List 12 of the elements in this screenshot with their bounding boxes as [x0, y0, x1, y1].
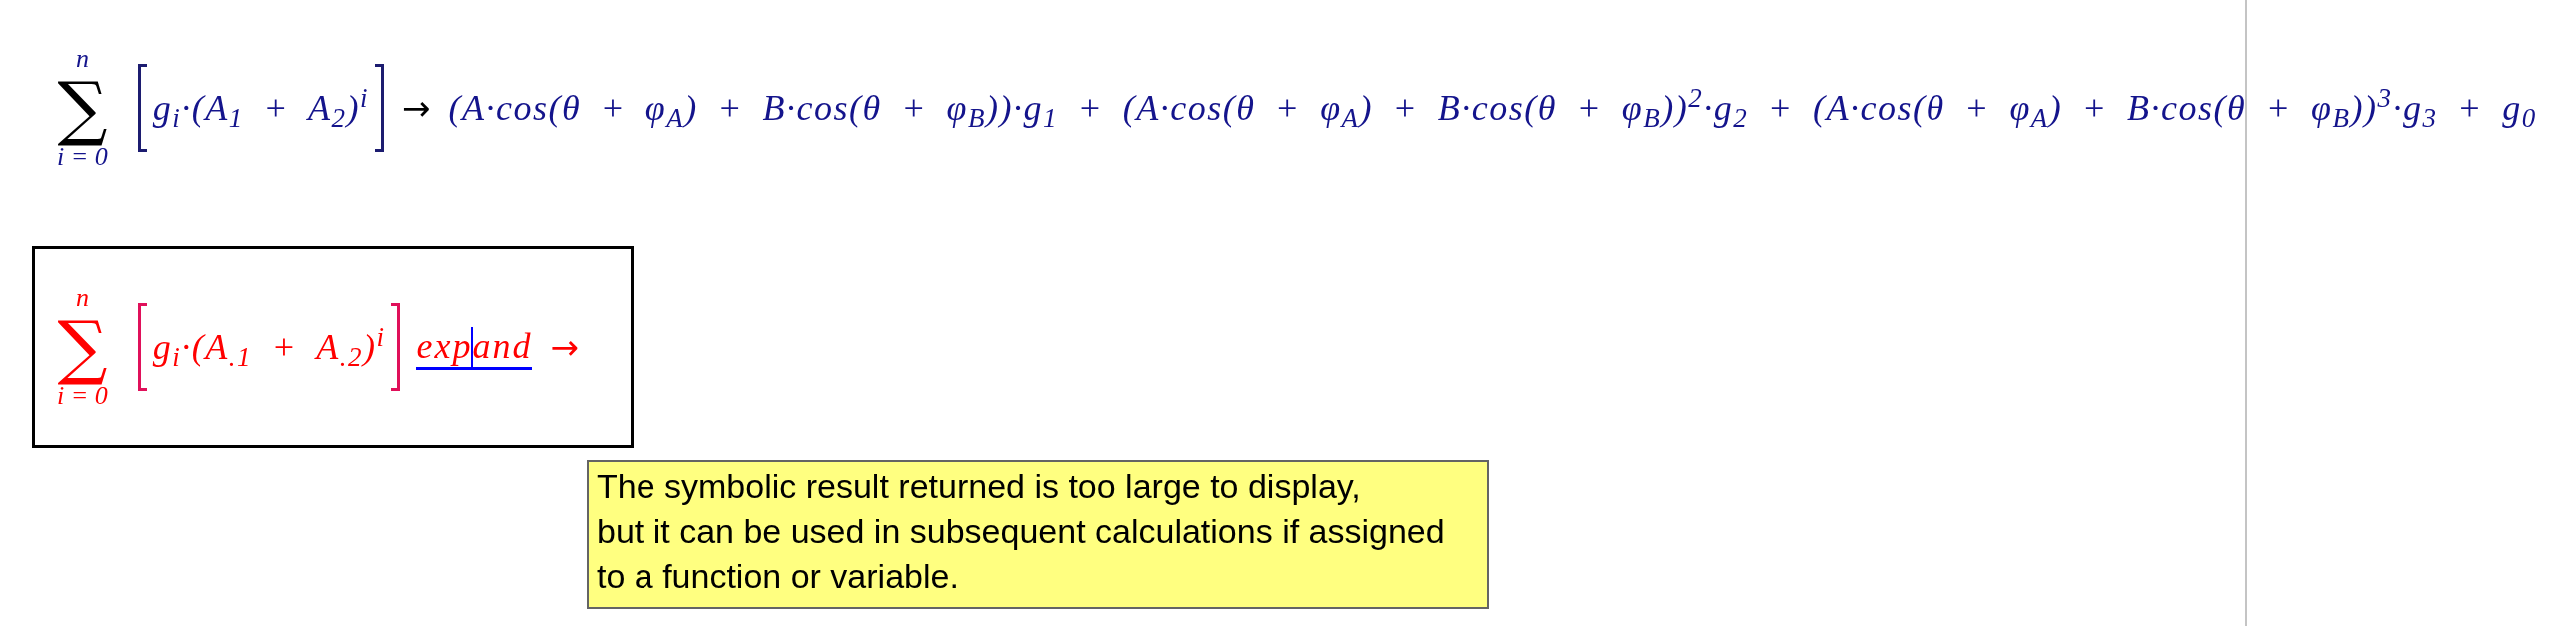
arrow-operator: → [401, 86, 431, 130]
error-tooltip: The symbolic result returned is too large to display, but it can be used in subsequent calculations if assigned to a function or variable. [587, 460, 1489, 609]
summand-expression: g$_{i}$·(A$_{.1}$ + A$_{.2}$)$^{i}$ [151, 320, 387, 374]
upper-limit: n [75, 284, 89, 312]
opening-bracket-icon [137, 303, 147, 391]
opening-bracket-icon [137, 64, 147, 152]
upper-limit: n [75, 45, 89, 73]
closing-bracket-icon [374, 64, 384, 152]
summand-expression: g$_{i}$·(A$_{1}$ + A$_{2}$)$^{i}$ [151, 81, 370, 135]
result-expression: (A·cos(θ + φ$_{A}$) + B·cos(θ + φ$_{B}$))·g$_{1}$ + (A·cos(θ + φ$_{A}$) + B·cos(θ + φ$_{B}$))$^{2}$·g$_{2}$ + (A·cos(θ + φ$_{A}$) + B·cos(θ + φ$_{B}$))$^{3}$·g$_{3}$ + g$_{0}$ [448, 81, 2537, 135]
arrow-operator: → [550, 325, 579, 369]
closing-bracket-icon [391, 303, 401, 391]
